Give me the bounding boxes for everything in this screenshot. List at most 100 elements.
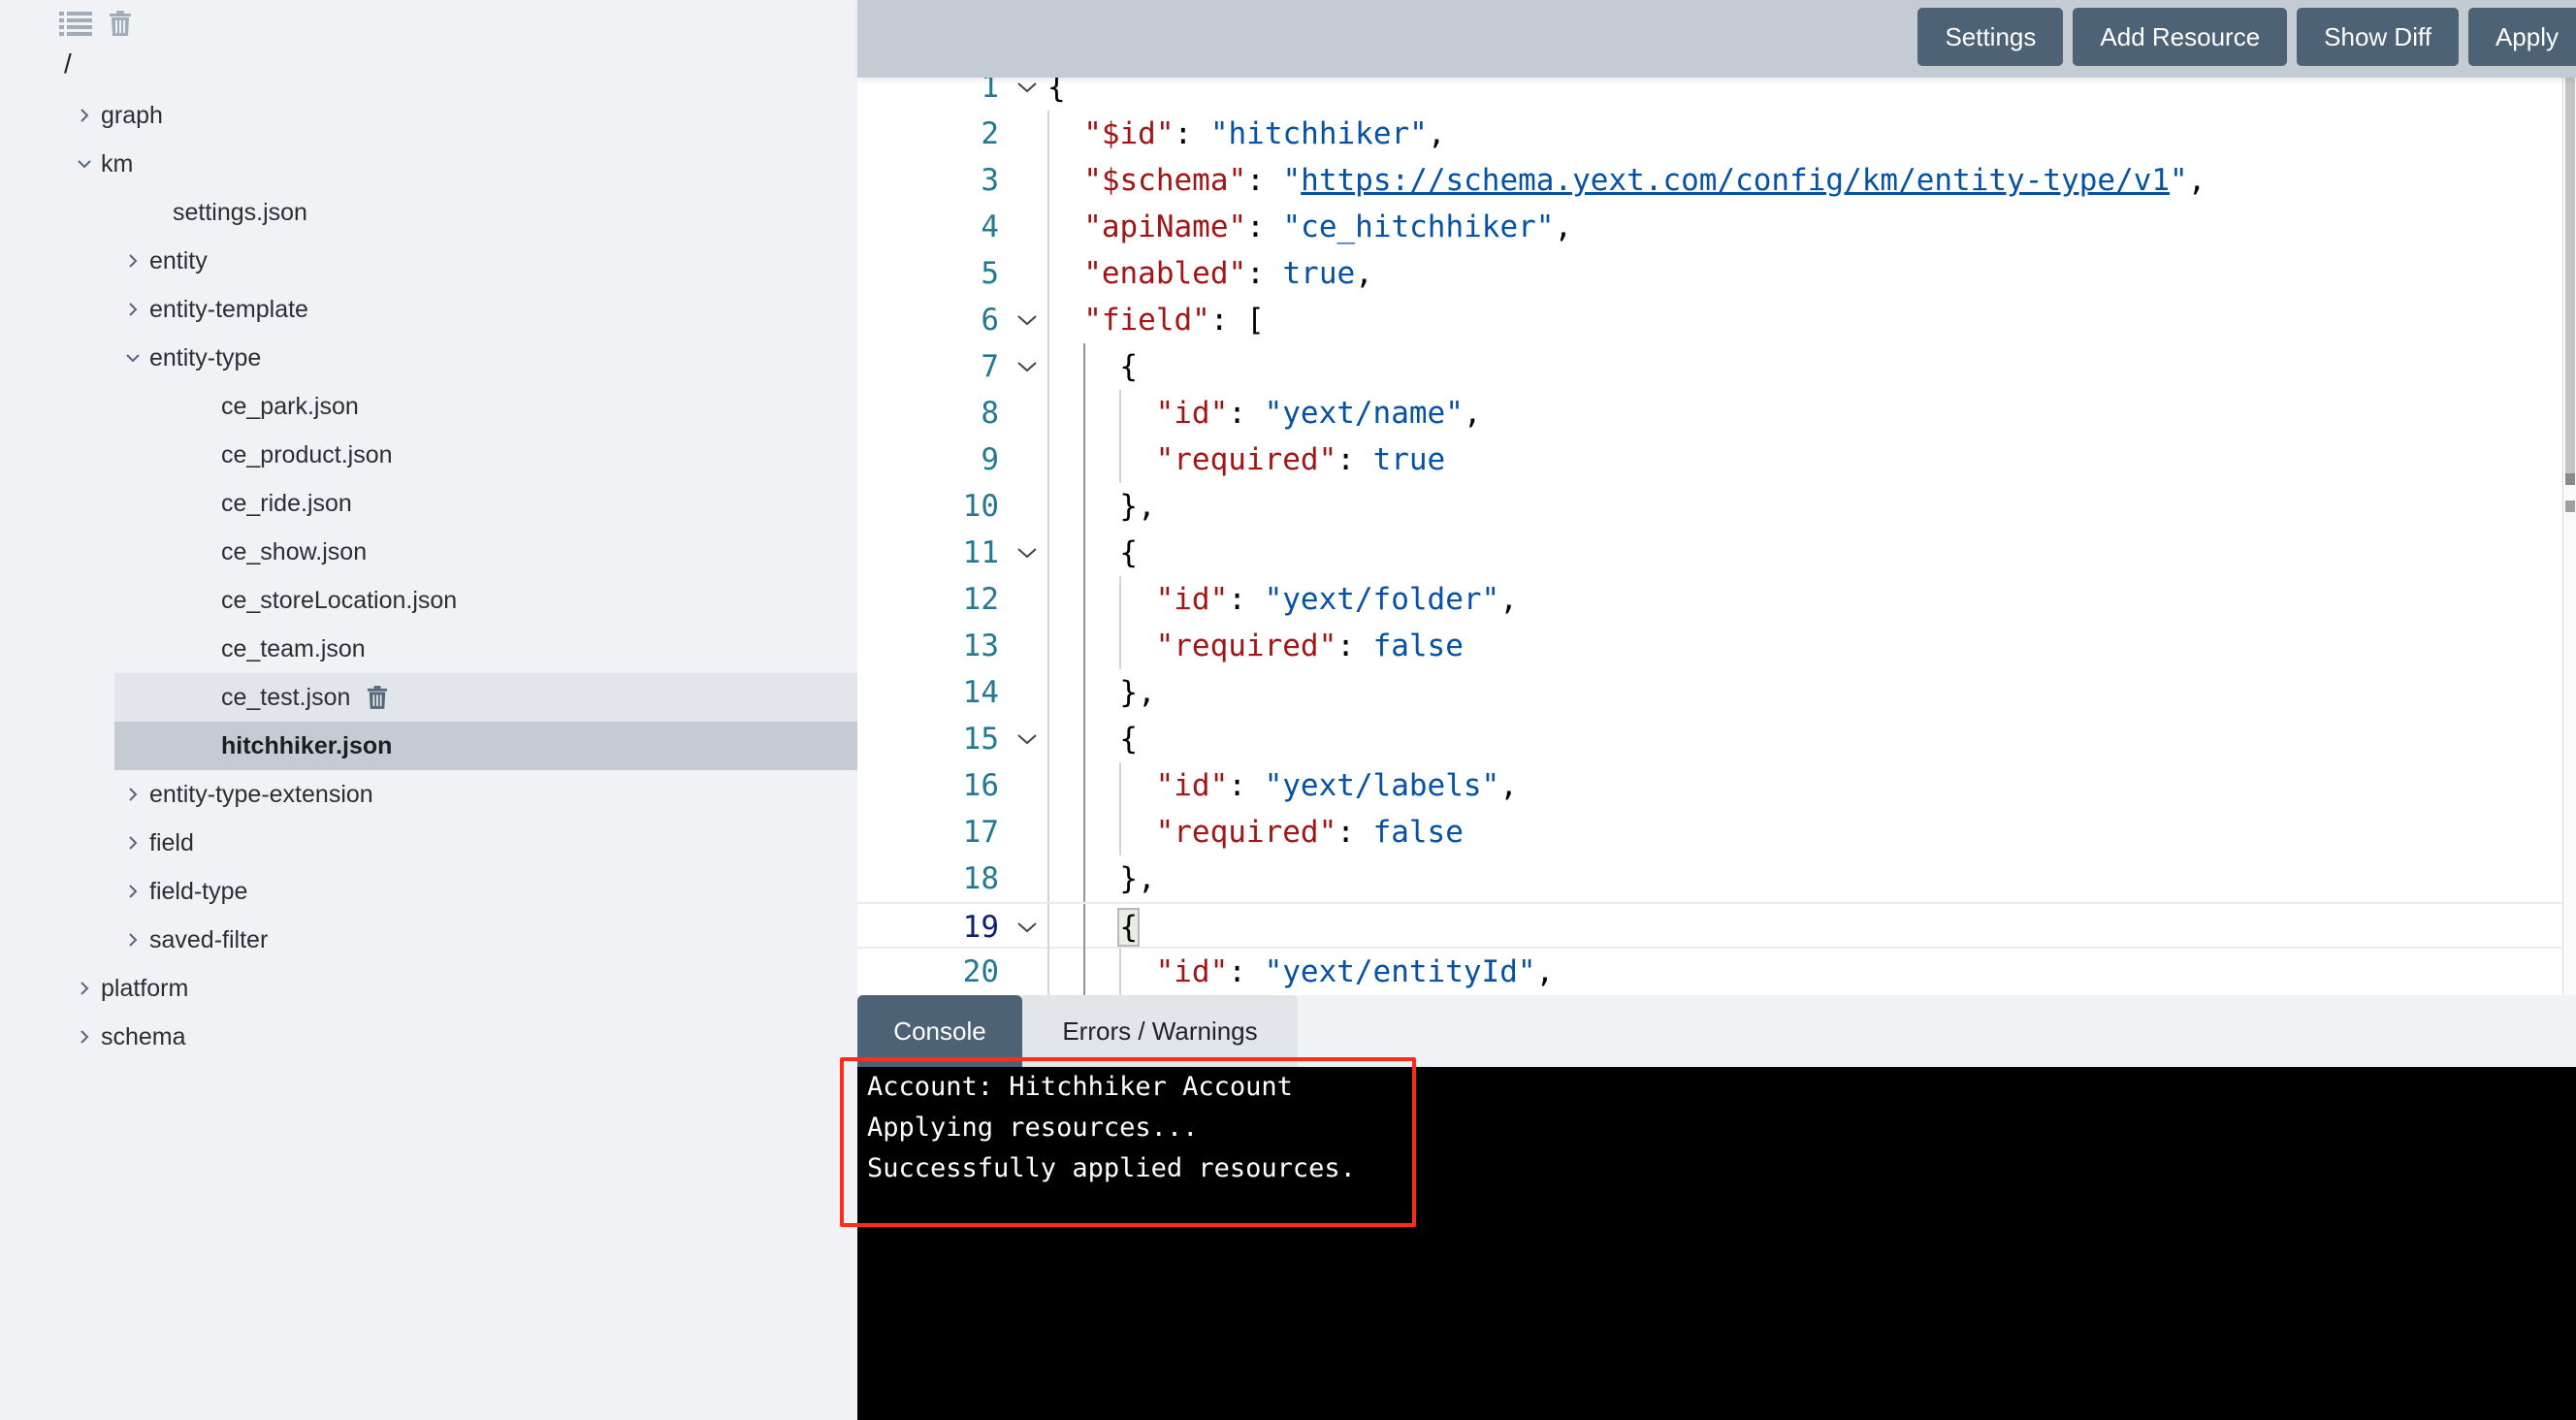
tree-folder[interactable]: entity <box>0 237 857 285</box>
tree-item-label: entity <box>149 247 208 274</box>
indent-guide <box>1119 809 1122 855</box>
tree-item-label: schema <box>101 1023 186 1050</box>
tab-errors-warnings[interactable]: Errors / Warnings <box>1022 995 1298 1067</box>
chevron-right-icon[interactable] <box>116 237 149 285</box>
add-resource-button[interactable]: Add Resource <box>2073 8 2288 66</box>
code-line[interactable]: 2 "$id": "hitchhiker", <box>857 111 2576 157</box>
code-line[interactable]: 3 "$schema": "https://schema.yext.com/con… <box>857 157 2576 204</box>
line-number: 3 <box>981 163 999 198</box>
indent-guide <box>1083 576 1086 623</box>
chevron-down-icon[interactable] <box>68 140 101 188</box>
tree-folder[interactable]: entity-type-extension <box>0 770 857 819</box>
json-token-str: " <box>2170 163 2188 198</box>
fold-chevron-icon[interactable] <box>1013 343 1042 390</box>
tree-file[interactable]: ce_test.json <box>114 673 857 722</box>
fold-chevron-icon[interactable] <box>1013 716 1042 762</box>
code-line[interactable]: 14}, <box>857 669 2576 716</box>
tree-folder[interactable]: entity-template <box>0 285 857 334</box>
chevron-right-icon[interactable] <box>116 867 149 916</box>
code-line[interactable]: 8 "id": "yext/name", <box>857 390 2576 436</box>
fold-chevron-icon[interactable] <box>1013 78 1042 111</box>
chevron-right-icon[interactable] <box>116 770 149 819</box>
fold-chevron-icon[interactable] <box>1013 297 1042 343</box>
code-line[interactable]: 19 { <box>857 902 2576 951</box>
tree-file[interactable]: ce_storeLocation.json <box>0 576 857 625</box>
code-text: { <box>1119 343 1138 390</box>
json-token-punc: : <box>1246 210 1283 244</box>
tree-folder[interactable]: field-type <box>0 867 857 916</box>
json-token-str: "yext/entityId" <box>1264 954 1536 989</box>
line-number: 7 <box>981 349 999 384</box>
chevron-right-icon[interactable] <box>68 964 101 1013</box>
chevron-right-icon[interactable] <box>68 91 101 140</box>
code-line[interactable]: 20 "id": "yext/entityId", <box>857 949 2576 995</box>
fold-chevron-icon[interactable] <box>1013 904 1042 951</box>
json-token-key: "id" <box>1155 396 1229 431</box>
scrollbar-thumb[interactable] <box>2565 78 2575 475</box>
code-text: "required": false <box>1156 623 1464 669</box>
chevron-right-icon[interactable] <box>68 1013 101 1061</box>
code-line[interactable]: 7{ <box>857 343 2576 390</box>
list-icon[interactable] <box>58 9 93 38</box>
code-lines[interactable]: 1{2 "$id": "hitchhiker", 3 "$schema": "http… <box>857 78 2576 995</box>
tree-folder[interactable]: schema <box>0 1013 857 1061</box>
chevron-right-icon[interactable] <box>116 819 149 867</box>
json-token-punc: : <box>1228 954 1265 989</box>
code-line[interactable]: 18}, <box>857 855 2576 902</box>
indent-guide <box>1047 111 1049 157</box>
code-line[interactable]: 1{ <box>857 78 2576 111</box>
tree-folder[interactable]: platform <box>0 964 857 1013</box>
chevron-right-icon[interactable] <box>116 285 149 334</box>
code-editor[interactable]: 1{2 "$id": "hitchhiker", 3 "$schema": "http… <box>857 78 2576 995</box>
code-line[interactable]: 11 { <box>857 530 2576 576</box>
tab-console[interactable]: Console <box>857 995 1022 1067</box>
code-line[interactable]: 17 "required": false <box>857 809 2576 855</box>
json-token-punc: : <box>1228 396 1265 431</box>
code-line[interactable]: 13 "required": false <box>857 623 2576 669</box>
tree-root[interactable]: / <box>64 48 72 80</box>
json-token-punc: : <box>1336 629 1373 663</box>
editor-scrollbar[interactable] <box>2562 78 2576 995</box>
tree-folder[interactable]: entity-type <box>0 334 857 382</box>
schema-link[interactable]: https://schema.yext.com/config/km/entity… <box>1301 163 2170 198</box>
json-token-punc: , <box>1499 768 1518 803</box>
json-token-bool: true <box>1372 442 1446 477</box>
code-line[interactable]: 6 "field": [ <box>857 297 2576 343</box>
json-token-key: "required" <box>1155 629 1337 663</box>
indent-guide <box>1047 157 1049 204</box>
tree-folder[interactable]: km <box>0 140 857 188</box>
indent-guide <box>1047 204 1049 250</box>
tree-folder[interactable]: saved-filter <box>0 916 857 964</box>
json-token-punc: }, <box>1119 489 1156 524</box>
tree-file[interactable]: hitchhiker.json <box>114 722 857 770</box>
code-line[interactable]: 4 "apiName": "ce_hitchhiker", <box>857 204 2576 250</box>
tree-folder[interactable]: graph <box>0 91 857 140</box>
apply-button[interactable]: Apply <box>2467 8 2576 66</box>
sidebar-toolbar <box>58 8 138 39</box>
code-line[interactable]: 5 "enabled": true, <box>857 250 2576 297</box>
settings-button[interactable]: Settings <box>1917 8 2064 66</box>
tree-file[interactable]: ce_show.json <box>0 528 857 576</box>
tree-file[interactable]: ce_park.json <box>0 382 857 431</box>
json-token-punc: { <box>1119 535 1139 570</box>
chevron-down-icon[interactable] <box>116 334 149 382</box>
fold-chevron-icon[interactable] <box>1013 530 1042 576</box>
code-line[interactable]: 15 { <box>857 716 2576 762</box>
tree-file[interactable]: ce_team.json <box>0 625 857 673</box>
code-line[interactable]: 10}, <box>857 483 2576 530</box>
tree-item-label: ce_product.json <box>221 441 393 468</box>
tree-folder[interactable]: field <box>0 819 857 867</box>
delete-file-icon[interactable] <box>368 685 388 710</box>
line-number: 10 <box>962 489 999 524</box>
code-line[interactable]: 16 "id": "yext/labels", <box>857 762 2576 809</box>
tree-file[interactable]: settings.json <box>0 188 857 237</box>
tree-file[interactable]: ce_product.json <box>0 431 857 479</box>
code-text: }, <box>1119 855 1155 902</box>
json-token-punc: : <box>1246 256 1283 291</box>
code-line[interactable]: 12 "id": "yext/folder", <box>857 576 2576 623</box>
tree-file[interactable]: ce_ride.json <box>0 479 857 528</box>
code-line[interactable]: 9 "required": true <box>857 436 2576 483</box>
chevron-right-icon[interactable] <box>116 916 149 964</box>
show-diff-button[interactable]: Show Diff <box>2297 8 2459 66</box>
trash-icon[interactable] <box>103 9 138 38</box>
